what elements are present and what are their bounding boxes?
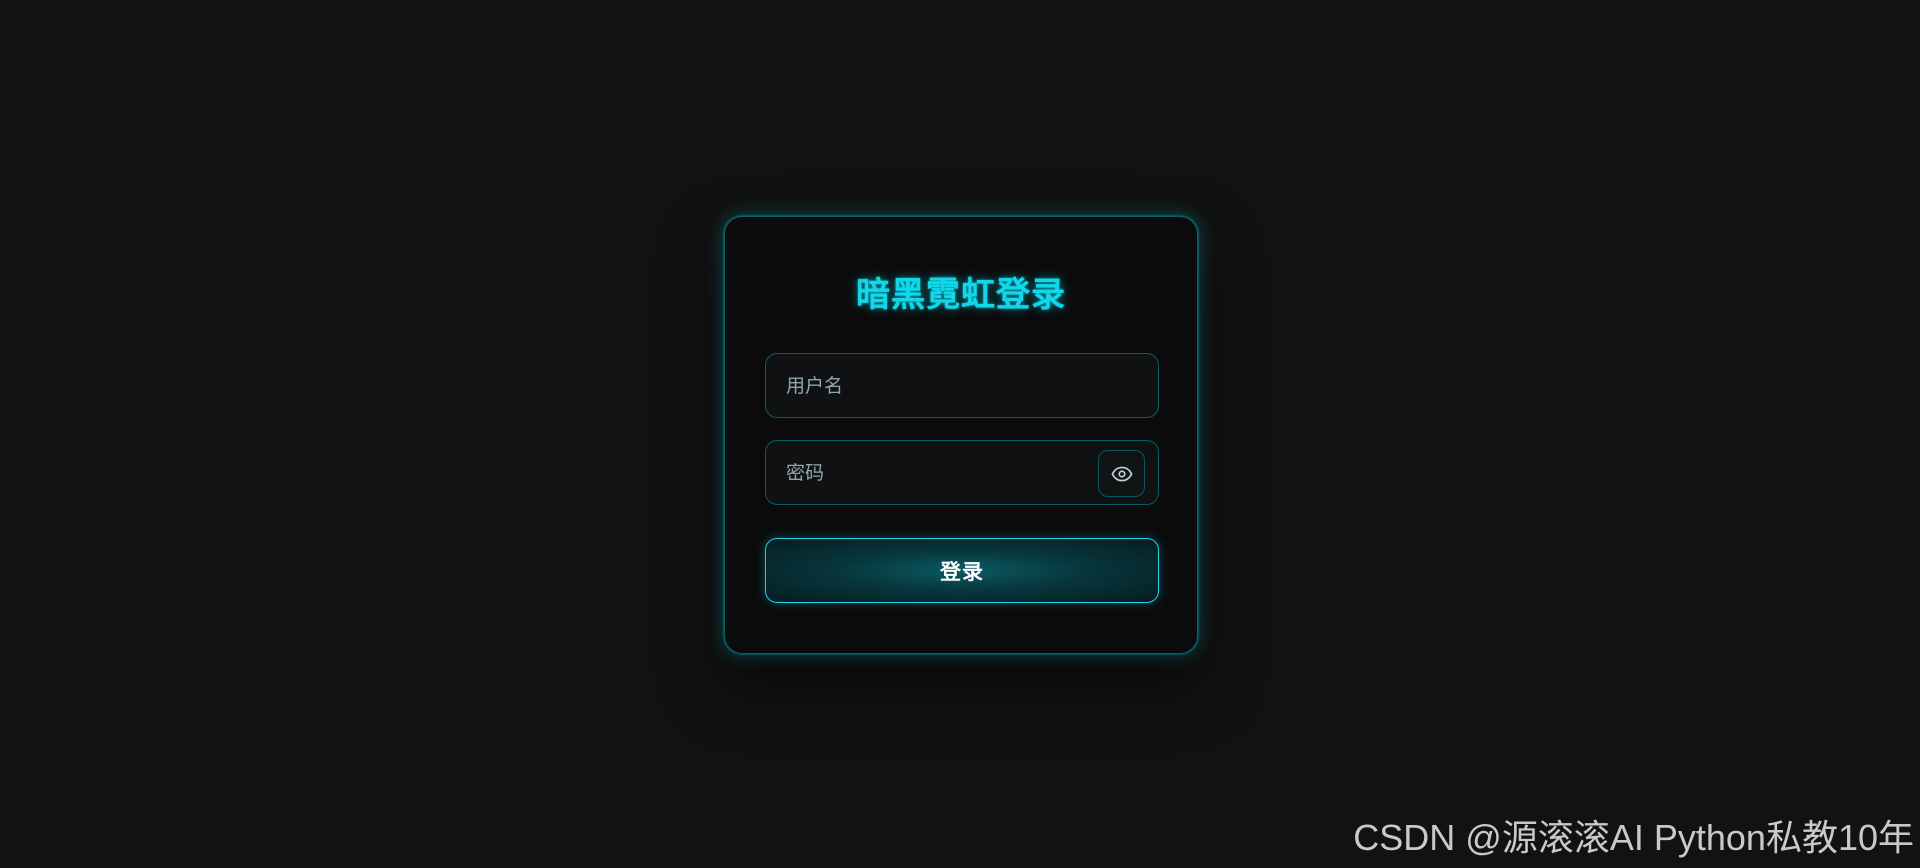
login-button[interactable]: 登录	[765, 538, 1159, 603]
page: 暗黑霓虹登录 登录 CSDN @源滚滚AI Python私教10年	[0, 0, 1920, 868]
password-field	[765, 440, 1159, 505]
login-card: 暗黑霓虹登录 登录	[724, 216, 1198, 654]
username-input[interactable]	[766, 354, 1158, 417]
toggle-password-button[interactable]	[1098, 450, 1145, 497]
watermark-text: CSDN @源滚滚AI Python私教10年	[1353, 817, 1914, 858]
login-title: 暗黑霓虹登录	[856, 275, 1066, 315]
eye-icon	[1111, 466, 1132, 481]
username-field	[765, 353, 1159, 418]
